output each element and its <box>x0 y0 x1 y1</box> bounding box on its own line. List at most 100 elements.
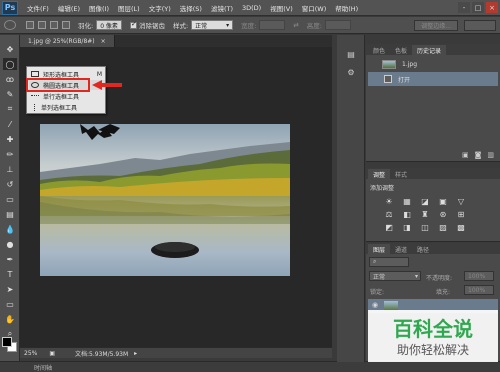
height-input <box>325 20 351 30</box>
posterize-icon[interactable]: ◨ <box>402 222 412 232</box>
antialias-checkbox[interactable] <box>129 20 137 29</box>
new-document-from-state-icon[interactable]: ▣ <box>462 151 469 159</box>
menu-help[interactable]: 帮助(H) <box>335 3 358 13</box>
open-document-icon <box>384 75 392 83</box>
move-tool-icon[interactable]: ✥ <box>3 43 17 55</box>
color-balance-icon[interactable]: ⚖ <box>384 209 394 219</box>
type-tool-icon[interactable]: T <box>3 268 17 280</box>
selective-color-icon[interactable]: ▩ <box>456 222 466 232</box>
hand-tool-icon[interactable]: ✋ <box>3 313 17 325</box>
clone-stamp-tool-icon[interactable]: ⊥ <box>3 163 17 175</box>
tab-layers[interactable]: 图层 <box>368 244 391 254</box>
brightness-icon[interactable]: ☀ <box>384 196 394 206</box>
blur-tool-icon[interactable]: 💧 <box>3 223 17 235</box>
tab-swatches[interactable]: 色板 <box>390 45 412 55</box>
single-column-marquee-label: 单列选框工具 <box>41 104 78 112</box>
workspace-select[interactable] <box>464 19 496 31</box>
document-tab[interactable]: 1.jpg @ 25%(RGB/8#) × <box>20 35 115 47</box>
history-open-row[interactable]: 打开 <box>368 72 498 86</box>
status-bar: 25% ▣ 文档:5.93M/5.93M ▸ <box>20 347 332 358</box>
marquee-tool-icon[interactable]: ◯ <box>3 58 17 70</box>
menu-select[interactable]: 选择(S) <box>180 3 202 13</box>
ellipse-tool-preset-icon[interactable] <box>4 20 16 30</box>
history-snapshot-row[interactable]: 1.jpg <box>368 57 498 71</box>
color-lookup-icon[interactable]: ⊞ <box>456 209 466 219</box>
status-menu-icon[interactable]: ▣ <box>49 350 55 357</box>
zoom-level[interactable]: 25% <box>24 350 37 357</box>
tab-history[interactable]: 历史记录 <box>412 45 447 55</box>
opacity-input[interactable]: 100% <box>464 271 494 281</box>
snapshot-thumbnail <box>382 59 396 69</box>
history-panel-actions: ▣ ◙ ▥ <box>462 151 494 159</box>
history-panel-icon[interactable]: ▤ <box>345 49 357 59</box>
foreground-color-swatch[interactable] <box>2 337 12 347</box>
new-selection-icon[interactable] <box>26 21 34 29</box>
menu-file[interactable]: 文件(F) <box>27 3 49 13</box>
actions-panel-icon[interactable]: ⚙ <box>345 67 357 77</box>
crop-tool-icon[interactable]: ⌗ <box>3 103 17 115</box>
layer-filter-select[interactable]: ⌕ <box>369 257 409 267</box>
tab-adjustments[interactable]: 调整 <box>368 169 391 179</box>
close-tab-icon[interactable]: × <box>101 38 106 45</box>
single-column-marquee-item[interactable]: 单列选框工具 <box>29 102 105 112</box>
style-select[interactable]: 正常 ▾ <box>191 20 234 30</box>
quick-select-tool-icon[interactable]: ✎ <box>3 88 17 100</box>
menu-image[interactable]: 图像(I) <box>89 3 109 13</box>
close-button[interactable]: × <box>486 2 498 13</box>
camera-icon[interactable]: ◙ <box>475 151 482 159</box>
tab-color[interactable]: 颜色 <box>368 45 390 55</box>
black-white-icon[interactable]: ◧ <box>402 209 412 219</box>
menu-type[interactable]: 文字(Y) <box>149 3 171 13</box>
photo-filter-icon[interactable]: ♜ <box>420 209 430 219</box>
vibrance-icon[interactable]: ▽ <box>456 196 466 206</box>
menu-edit[interactable]: 编辑(E) <box>58 3 80 13</box>
fill-label: 填充: <box>436 289 451 296</box>
watermark: 百科全说 助你轻松解决 <box>366 306 500 366</box>
options-bar: 羽化: 0 像素 消除锯齿 样式: 正常 ▾ 宽度: ⇄ 高度: 调整边缘... <box>0 17 500 34</box>
menu-layer[interactable]: 图层(L) <box>118 3 140 13</box>
pen-tool-icon[interactable]: ✒ <box>3 253 17 265</box>
rectangular-marquee-shortcut: M <box>96 70 102 78</box>
invert-icon[interactable]: ◩ <box>384 222 394 232</box>
eraser-tool-icon[interactable]: ▭ <box>3 193 17 205</box>
canvas-area[interactable]: 矩形选框工具 M 椭圆选框工具 M 单行选框工具 单列选框工具 <box>20 47 332 347</box>
single-row-marquee-label: 单行选框工具 <box>43 93 80 101</box>
exposure-icon[interactable]: ▣ <box>438 196 448 206</box>
timeline-label: 时间轴 <box>34 364 53 372</box>
single-row-marquee-item[interactable]: 单行选框工具 <box>29 91 105 101</box>
tab-channels[interactable]: 通道 <box>390 244 412 254</box>
path-select-tool-icon[interactable]: ➤ <box>3 283 17 295</box>
threshold-icon[interactable]: ◫ <box>420 222 430 232</box>
tab-styles[interactable]: 样式 <box>390 169 412 179</box>
minimize-button[interactable]: - <box>458 2 470 13</box>
eyedropper-tool-icon[interactable]: ⁄ <box>3 118 17 130</box>
subtract-selection-icon[interactable] <box>50 21 58 29</box>
menu-window[interactable]: 窗口(W) <box>302 3 327 13</box>
blend-mode-select[interactable]: 正常 ▾ <box>369 271 421 281</box>
lasso-tool-icon[interactable]: ꝏ <box>3 73 17 85</box>
restore-button[interactable]: □ <box>472 2 484 13</box>
dodge-tool-icon[interactable]: ● <box>3 238 17 250</box>
gradient-tool-icon[interactable]: ▤ <box>3 208 17 220</box>
brush-tool-icon[interactable]: ✏ <box>3 148 17 160</box>
levels-icon[interactable]: ▦ <box>402 196 412 206</box>
channel-mixer-icon[interactable]: ⊛ <box>438 209 448 219</box>
history-brush-tool-icon[interactable]: ↺ <box>3 178 17 190</box>
document-info: 文档:5.93M/5.93M <box>75 350 129 358</box>
curves-icon[interactable]: ◪ <box>420 196 430 206</box>
fill-input[interactable]: 100% <box>464 285 494 295</box>
tab-paths[interactable]: 路径 <box>412 244 434 254</box>
trash-icon[interactable]: ▥ <box>487 151 494 159</box>
shape-tool-icon[interactable]: ▭ <box>3 298 17 310</box>
gradient-map-icon[interactable]: ▨ <box>438 222 448 232</box>
intersect-selection-icon[interactable] <box>62 21 70 29</box>
feather-input[interactable]: 0 像素 <box>96 20 122 30</box>
menu-view[interactable]: 视图(V) <box>270 3 293 13</box>
menu-3d[interactable]: 3D(D) <box>242 4 261 12</box>
refine-edge-button[interactable]: 调整边缘... <box>414 19 458 31</box>
status-arrow-icon[interactable]: ▸ <box>134 350 137 357</box>
healing-brush-tool-icon[interactable]: ✚ <box>3 133 17 145</box>
menu-filter[interactable]: 滤镜(T) <box>211 3 233 13</box>
add-selection-icon[interactable] <box>38 21 46 29</box>
history-open-label: 打开 <box>398 76 411 84</box>
